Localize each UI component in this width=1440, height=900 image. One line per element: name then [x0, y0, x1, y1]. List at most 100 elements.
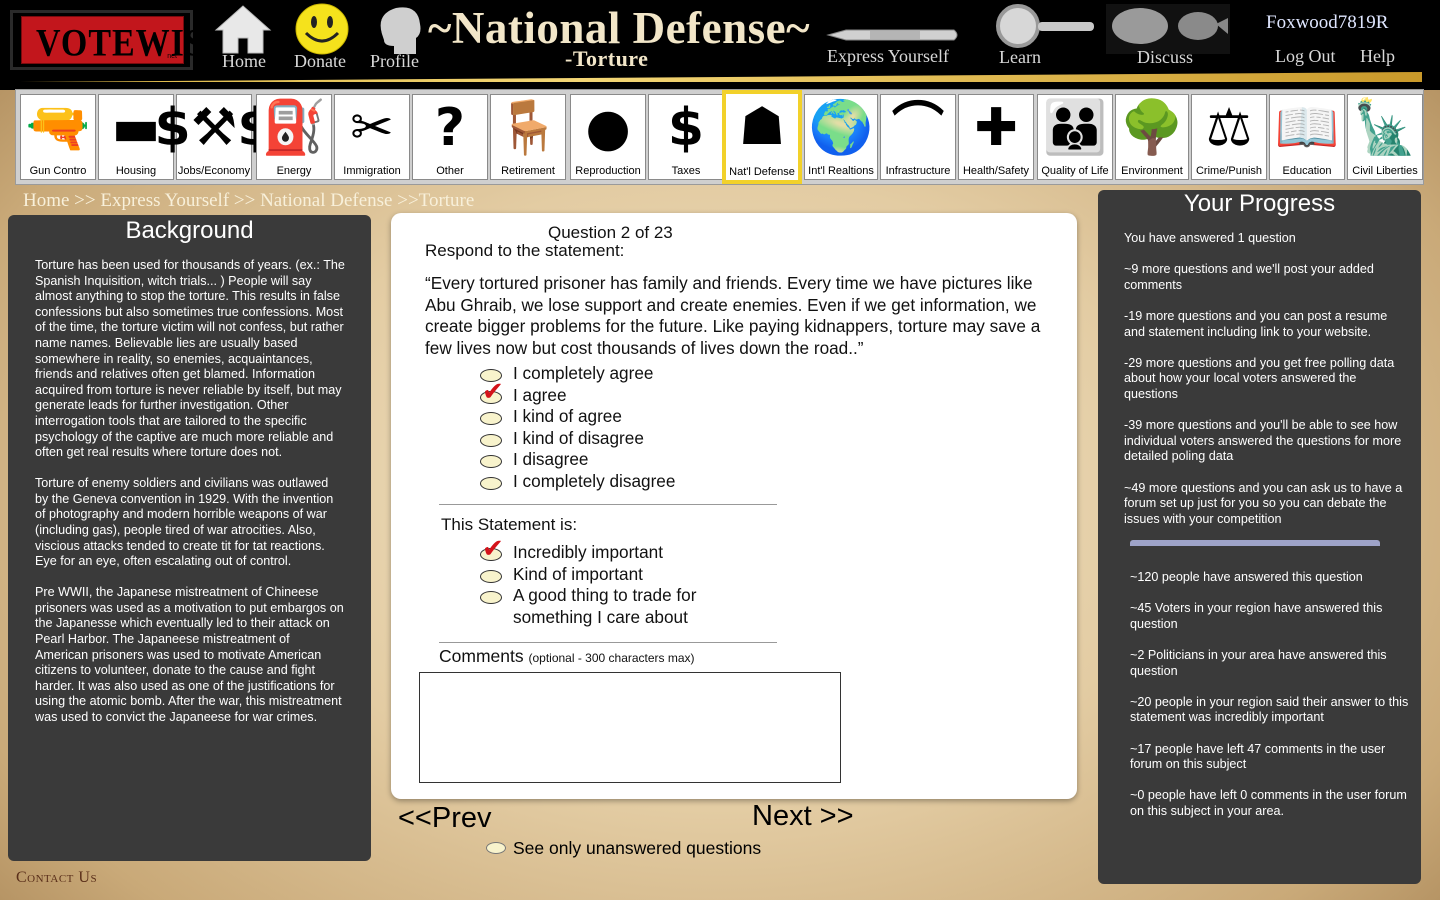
progress-item: ~9 more questions and we'll post your ad… — [1124, 262, 1374, 292]
category-tile[interactable]: ⛽ Energy — [256, 94, 332, 180]
category-label: Quality of Life — [1041, 165, 1109, 177]
progress-title: Your Progress — [1183, 190, 1336, 217]
category-tile[interactable]: ✂ Immigration — [334, 94, 410, 180]
radio-button[interactable] — [486, 842, 506, 854]
gun-icon: 🔫 — [25, 98, 91, 158]
radio-button[interactable] — [480, 569, 502, 583]
statue-of-liberty-icon: 🗽 — [1352, 98, 1418, 158]
category-label: Immigration — [343, 165, 401, 177]
smiley-icon[interactable] — [294, 2, 350, 56]
category-label: Energy — [276, 165, 312, 177]
immigration-fence-icon: ✂ — [350, 98, 394, 158]
radio-button[interactable] — [480, 412, 502, 426]
category-tile[interactable]: 🌍 Int'l Realtions — [804, 94, 878, 180]
soldier-icon: ☗ — [738, 97, 786, 157]
radio-option[interactable]: I disagree — [480, 449, 675, 471]
radio-button[interactable] — [480, 433, 502, 447]
magnifier-icon[interactable] — [988, 2, 1098, 52]
progress-stats: ~120 people have answered this question ~… — [1130, 570, 1410, 835]
radio-option[interactable]: I completely agree — [480, 363, 675, 385]
pen-icon[interactable] — [826, 24, 962, 46]
next-button[interactable]: Next >> — [752, 800, 854, 833]
page-subtitle: -Torture — [565, 46, 649, 71]
radio-option[interactable]: Kind of important — [480, 564, 780, 586]
nav-home-link[interactable]: Home — [222, 51, 266, 72]
category-tile[interactable]: 🔫 Gun Contro — [20, 94, 96, 180]
importance-options: ✔ Incredibly important Kind of important A … — [480, 536, 780, 628]
category-label: Taxes — [671, 165, 701, 177]
username[interactable]: Foxwood7819R — [1266, 12, 1388, 34]
category-tile[interactable]: 👪 Quality of Life — [1037, 94, 1113, 180]
category-label: Retirement — [501, 165, 555, 177]
open-book-icon: 📖 — [1274, 98, 1340, 158]
importance-label: This Statement is: — [441, 515, 578, 534]
category-label: Education — [1282, 165, 1332, 177]
category-tile[interactable]: ⌒ Infrastructure — [880, 94, 956, 180]
background-paragraph: Pre WWII, the Japanese mistreatment of C… — [35, 585, 344, 725]
radio-option[interactable]: ✔ Incredibly important — [480, 536, 780, 564]
option-label: I kind of disagree — [513, 427, 644, 448]
category-tile[interactable]: 🌳 Environment — [1115, 94, 1189, 180]
checkmark-icon: ✔ — [482, 376, 504, 407]
progress-item: ~49 more questions and you can ask us to… — [1124, 480, 1403, 526]
option-label: I agree — [513, 384, 567, 405]
question-prompt: Respond to the statement: — [425, 241, 625, 260]
prev-button[interactable]: <<Prev — [398, 802, 492, 835]
category-tile[interactable]: 🗽 Civil Liberties — [1347, 94, 1423, 180]
category-tile[interactable]: ⚖ Crime/Punish — [1191, 94, 1267, 180]
category-tile[interactable]: $⚒$ Jobs/Economy — [155, 94, 274, 180]
comments-note: (optional - 300 characters max) — [528, 651, 695, 665]
nav-express-yourself-link[interactable]: Express Yourself — [827, 46, 949, 67]
category-tile[interactable]: 🪑 Retirement — [490, 94, 566, 180]
question-statement: “Every tortured prisoner has family and … — [425, 273, 1041, 358]
family-icon: 👪 — [1042, 98, 1108, 158]
background-paragraph: Torture of enemy soldiers and civilians … — [35, 476, 334, 569]
logout-link[interactable]: Log Out — [1275, 46, 1336, 67]
profile-head-icon[interactable] — [372, 4, 426, 56]
world-map-icon: 🌍 — [808, 98, 874, 158]
category-label: Crime/Punish — [1195, 165, 1263, 177]
checkmark-icon: ✔ — [482, 534, 504, 564]
category-label: Gun Contro — [29, 165, 87, 177]
progress-item: You have answered 1 question — [1124, 231, 1296, 245]
category-label: Other — [436, 165, 464, 177]
progress-item: -29 more questions and you get free poll… — [1124, 355, 1395, 401]
category-label: Infrastructure — [885, 165, 951, 177]
nav-profile-link[interactable]: Profile — [370, 51, 419, 72]
radio-button[interactable] — [480, 591, 502, 605]
radio-button[interactable] — [480, 455, 502, 469]
nav-discuss-link[interactable]: Discuss — [1137, 47, 1193, 68]
home-icon[interactable] — [214, 4, 272, 54]
radio-option[interactable]: I completely disagree — [480, 471, 675, 493]
option-label: Incredibly important — [513, 542, 663, 562]
fuel-pump-icon: ⛽ — [261, 98, 327, 158]
category-tile[interactable]: $ Taxes — [648, 94, 724, 180]
question-card: Question 2 of 23 Respond to the statemen… — [391, 213, 1077, 799]
progress-separator — [1130, 540, 1380, 546]
progress-item: ~17 people have left 47 comments in the … — [1130, 741, 1386, 772]
progress-item: ~0 people have left 0 comments in the us… — [1130, 788, 1407, 818]
radio-button[interactable] — [480, 476, 502, 490]
contact-us-link[interactable]: Contact Us — [16, 869, 97, 887]
category-tile[interactable]: ☗ Nat'l Defense — [722, 90, 802, 184]
divider — [439, 504, 777, 505]
comments-textarea[interactable] — [419, 672, 841, 783]
option-label: A good thing to trade for something I ca… — [513, 585, 697, 627]
radio-option[interactable]: I kind of disagree — [480, 428, 675, 450]
category-tile[interactable]: ✚ Health/Safety — [958, 94, 1034, 180]
breadcrumb[interactable]: Home >> Express Yourself >> National Def… — [23, 190, 474, 212]
category-tile[interactable]: 📖 Education — [1269, 94, 1345, 180]
radio-option[interactable]: A good thing to trade for something I ca… — [480, 585, 780, 628]
radio-option[interactable]: ✔ I agree — [480, 379, 675, 407]
medical-cross-icon: ✚ — [974, 98, 1018, 158]
category-tile[interactable]: ● Reproduction — [570, 94, 646, 180]
tree-icon: 🌳 — [1119, 98, 1185, 158]
radio-option[interactable]: I kind of agree — [480, 406, 675, 428]
unanswered-only-toggle[interactable]: See only unanswered questions — [486, 838, 761, 859]
nav-donate-link[interactable]: Donate — [294, 51, 346, 72]
help-link[interactable]: Help — [1360, 46, 1395, 67]
votewise-logo[interactable]: VOTEWISE net — [10, 10, 228, 70]
background-text: Torture has been used for thousands of y… — [35, 258, 345, 741]
category-tile[interactable]: ? Other — [412, 94, 488, 180]
nav-learn-link[interactable]: Learn — [999, 47, 1041, 68]
